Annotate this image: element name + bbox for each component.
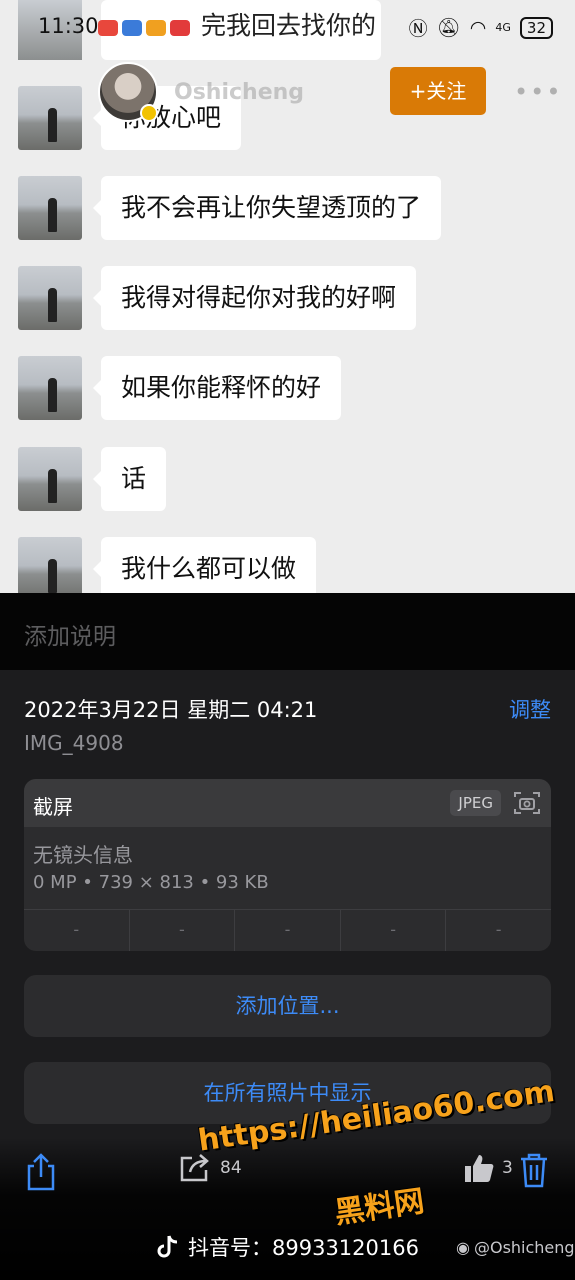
message-bubble: 话 xyxy=(92,447,167,511)
more-options-icon[interactable]: ••• xyxy=(514,78,562,106)
system-icons: Ⓝ 🔕︎ ◠ 4G 32 xyxy=(409,14,553,41)
like-count: 3 xyxy=(502,1158,513,1178)
photo-date: 2022年3月22日 星期二 04:21 xyxy=(24,698,318,722)
forward-count: 84 xyxy=(220,1158,242,1178)
battery-icon: 32 xyxy=(519,16,553,39)
weibo-handle: @Oshicheng xyxy=(473,1238,575,1257)
douyin-logo-icon xyxy=(157,1235,178,1258)
metadata-card-header: 截屏 JPEG xyxy=(24,779,551,827)
exif-cell: - xyxy=(235,910,341,951)
nfc-icon: Ⓝ xyxy=(408,18,428,40)
exif-cell: - xyxy=(495,920,502,939)
caption-area[interactable]: 添加说明 xyxy=(0,593,575,670)
message-bubble: 我不会再让你失望透顶的了 xyxy=(92,176,442,240)
douyin-watermark: 抖音号：89933120166 xyxy=(152,1232,419,1262)
status-time: 11:30 xyxy=(38,14,99,38)
chat-screenshot: 11:30 Ⓝ 🔕︎ ◠ 4G 32 完我回去找你的 Oshicheng +关注… xyxy=(0,0,575,593)
caption-input[interactable]: 添加说明 xyxy=(24,617,116,651)
status-bar: 11:30 Ⓝ 🔕︎ ◠ 4G 32 xyxy=(0,0,575,44)
mute-icon: 🔕︎ xyxy=(436,17,461,39)
photo-filename: IMG_4908 xyxy=(24,731,124,755)
douyin-id: 抖音号：89933120166 xyxy=(188,1236,419,1260)
weibo-notification-icon xyxy=(146,20,166,36)
exif-row: - - - - - xyxy=(24,909,551,951)
network-type: 4G xyxy=(495,21,511,34)
exif-cell: - xyxy=(24,910,130,951)
follow-button[interactable]: +关注 xyxy=(390,67,486,115)
news-notification-icon xyxy=(170,20,190,36)
profile-header-overlay: Oshicheng +关注 ••• xyxy=(0,44,575,139)
add-location-button[interactable]: 添加位置... xyxy=(24,975,551,1037)
image-specs: 0 MP • 739 × 813 • 93 KB xyxy=(33,872,269,893)
message-bubble: 我什么都可以做 xyxy=(92,537,317,593)
app-notification-icon xyxy=(98,20,118,36)
like-icon[interactable] xyxy=(462,1152,496,1184)
verified-badge-icon xyxy=(140,104,158,122)
weibo-logo-icon: ◉ xyxy=(456,1238,470,1257)
profile-name[interactable]: Oshicheng xyxy=(174,80,304,105)
browser-notification-icon xyxy=(122,20,142,36)
notification-icons xyxy=(98,20,190,36)
trash-icon[interactable] xyxy=(518,1152,550,1188)
profile-avatar[interactable] xyxy=(98,62,158,122)
sender-avatar xyxy=(18,537,82,593)
message-bubble: 如果你能释怀的好 xyxy=(92,356,342,420)
lens-info: 无镜头信息 xyxy=(33,843,133,867)
weibo-watermark: ◉ @Oshicheng xyxy=(456,1238,575,1257)
sender-avatar xyxy=(18,356,82,420)
adjust-date-button[interactable]: 调整 xyxy=(509,694,551,724)
photo-kind: 截屏 xyxy=(33,795,73,819)
wifi-icon: ◠ xyxy=(469,16,487,39)
share-icon[interactable] xyxy=(24,1152,58,1192)
screenshot-camera-icon xyxy=(514,792,540,814)
exif-cell: - xyxy=(130,910,236,951)
message-bubble: 我得对得起你对我的好啊 xyxy=(92,266,417,330)
metadata-card: 截屏 JPEG 无镜头信息 0 MP • 739 × 813 • 93 KB -… xyxy=(24,779,551,951)
sender-avatar xyxy=(18,176,82,240)
sender-avatar xyxy=(18,266,82,330)
exif-cell: - xyxy=(341,910,447,951)
format-badge: JPEG xyxy=(450,790,501,816)
sender-avatar xyxy=(18,447,82,511)
